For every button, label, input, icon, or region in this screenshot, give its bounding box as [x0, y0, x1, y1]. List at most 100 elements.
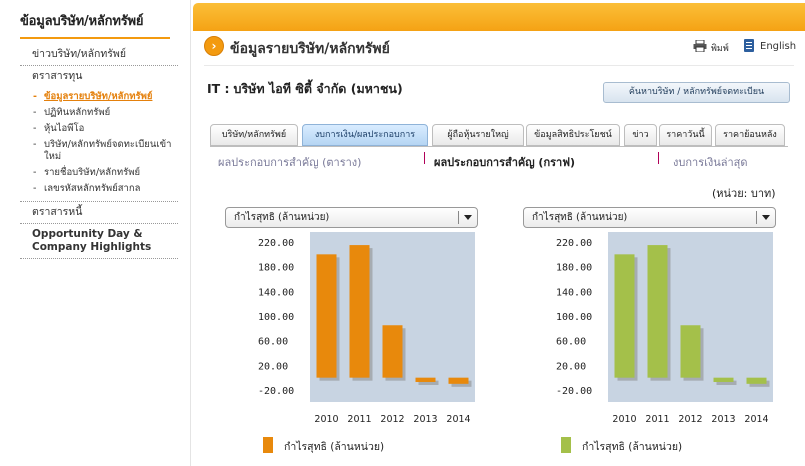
sidebar-item-opportunity-day[interactable]: Opportunity Day & Company Highlights: [20, 224, 178, 259]
company-symbol: IT :: [207, 81, 230, 96]
sidebar-subgroup-equity: - ข้อมูลรายบริษัท/หลักทรัพย์ - ปฏิทินหลักท…: [20, 87, 178, 202]
chart-1-select-value: กำไรสุทธิ (ล้านหน่วย): [234, 212, 330, 223]
x-tick-label: 2010: [314, 414, 338, 425]
sidebar-subitem-label: รายชื่อบริษัท/หลักทรัพย์: [44, 167, 141, 178]
y-tick-label: 20.00: [556, 361, 586, 372]
x-tick-label: 2010: [612, 414, 636, 425]
printer-icon[interactable]: [693, 40, 707, 52]
unit-label: (หน่วย: บาท): [712, 187, 776, 200]
sidebar-subitem-label: หุ้นไอพีโอ: [44, 123, 85, 134]
sidebar-subitem-label: ข้อมูลรายบริษัท/หลักทรัพย์: [44, 91, 153, 102]
chevron-down-icon: [464, 215, 472, 220]
subnav-separator: [424, 152, 425, 164]
sidebar-subitem-ipo[interactable]: - หุ้นไอพีโอ: [20, 121, 178, 137]
bar-2013: [713, 377, 734, 382]
bar-2014: [448, 377, 469, 384]
y-tick-label: 140.00: [556, 287, 592, 298]
english-link[interactable]: English: [760, 41, 796, 52]
sidebar-subitem-label: เลขรหัสหลักทรัพย์สากล: [44, 183, 141, 194]
subnav-graph-link[interactable]: ผลประกอบการสำคัญ (กราฟ): [434, 153, 575, 171]
tab-baseline: [210, 146, 788, 147]
y-tick-label: 220.00: [258, 238, 294, 249]
y-tick-label: 100.00: [258, 312, 294, 323]
sidebar-subitem-label: บริษัท/หลักทรัพย์จดทะเบียนเข้าใหม่: [44, 139, 172, 162]
sidebar-title: ข้อมูลบริษัท/หลักทรัพย์: [20, 14, 144, 29]
tab-company[interactable]: บริษัท/หลักทรัพย์: [210, 124, 298, 146]
chart-2-select-value: กำไรสุทธิ (ล้านหน่วย): [532, 212, 628, 223]
bullet-dash: -: [33, 139, 37, 150]
tab-news[interactable]: ข่าว: [624, 124, 657, 146]
chart-1-bar-chart: 220.00 180.00 140.00 100.00 60.00 20.00 -20.00…: [258, 232, 475, 425]
company-heading: IT : บริษัท ไอที ซิตี้ จำกัด (มหาชน): [207, 79, 403, 99]
x-tick-label: 2012: [678, 414, 702, 425]
sidebar-subitem-company-info[interactable]: - ข้อมูลรายบริษัท/หลักทรัพย์: [20, 89, 178, 105]
print-link[interactable]: พิมพ์: [711, 41, 729, 55]
search-company-button[interactable]: ค้นหาบริษัท / หลักทรัพย์จดทะเบียน: [603, 82, 790, 103]
select-divider: [756, 211, 757, 224]
page-root: ข้อมูลบริษัท/หลักทรัพย์ ข่าวบริษัท/หลักท…: [0, 0, 805, 466]
tab-price-today[interactable]: ราคาวันนี้: [659, 124, 712, 146]
sidebar-subitem-new-listing[interactable]: - บริษัท/หลักทรัพย์จดทะเบียนเข้าใหม่: [20, 137, 178, 165]
chart-1-legend-label: กำไรสุทธิ (ล้านหน่วย): [284, 441, 385, 453]
select-divider: [458, 211, 459, 224]
y-tick-label: -20.00: [556, 386, 592, 397]
y-tick-label: -20.00: [258, 386, 294, 397]
header-divider: [204, 65, 794, 66]
tab-major-shareholders[interactable]: ผู้ถือหุ้นรายใหญ่: [432, 124, 524, 146]
tab-rights-benefits[interactable]: ข้อมูลสิทธิประโยชน์: [526, 124, 620, 146]
chart-1-metric-select[interactable]: กำไรสุทธิ (ล้านหน่วย): [225, 207, 478, 228]
sidebar-item-news[interactable]: ข่าวบริษัท/หลักทรัพย์: [20, 44, 178, 66]
sidebar-subitem-company-list[interactable]: - รายชื่อบริษัท/หลักทรัพย์: [20, 165, 178, 181]
document-icon[interactable]: [744, 39, 754, 52]
x-tick-label: 2011: [645, 414, 669, 425]
company-name: บริษัท ไอที ซิตี้ จำกัด (มหาชน): [233, 81, 403, 96]
bar-2010: [614, 254, 635, 378]
y-tick-label: 220.00: [556, 238, 592, 249]
bullet-dash: -: [33, 183, 37, 194]
subnav-latest-statement-link[interactable]: งบการเงินล่าสุด: [673, 153, 748, 171]
subnav-separator: [658, 152, 659, 164]
tab-financials[interactable]: งบการเงิน/ผลประกอบการ: [302, 124, 428, 146]
chart-2-legend-swatch: [561, 437, 571, 453]
sidebar-subitem-calendar[interactable]: - ปฏิทินหลักทรัพย์: [20, 105, 178, 121]
sidebar-list: ข่าวบริษัท/หลักทรัพย์ ตราสารทุน - ข้อมูลร…: [20, 44, 178, 259]
tab-historical-price[interactable]: ราคาย้อนหลัง: [715, 124, 785, 146]
bar-2010: [316, 254, 337, 378]
sidebar-subitem-label: ปฏิทินหลักทรัพย์: [44, 107, 111, 118]
chart-2-metric-select[interactable]: กำไรสุทธิ (ล้านหน่วย): [523, 207, 776, 228]
bar-2011: [349, 245, 370, 378]
bullet-dash: -: [33, 167, 37, 178]
sidebar-subitem-isin[interactable]: - เลขรหัสหลักทรัพย์สากล: [20, 181, 178, 197]
page-title: ข้อมูลรายบริษัท/หลักทรัพย์: [230, 41, 390, 57]
bar-2011: [647, 245, 668, 378]
y-tick-label: 20.00: [258, 361, 288, 372]
x-tick-label: 2013: [413, 414, 437, 425]
bar-2014: [746, 377, 767, 384]
bar-2012: [680, 325, 701, 378]
y-tick-label: 180.00: [258, 263, 294, 274]
chevron-right-icon: ›: [204, 36, 224, 56]
chart-1-legend-swatch: [263, 437, 273, 453]
sidebar-item-equity[interactable]: ตราสารทุน: [20, 66, 178, 87]
sidebar-title-rule: [20, 37, 170, 39]
x-tick-label: 2011: [347, 414, 371, 425]
y-tick-label: 140.00: [258, 287, 294, 298]
sidebar-item-bond[interactable]: ตราสารหนี้: [20, 202, 178, 224]
chart-2-bar-chart: 220.00 180.00 140.00 100.00 60.00 20.00 -20.00…: [556, 232, 773, 425]
sidebar: ข้อมูลบริษัท/หลักทรัพย์ ข่าวบริษัท/หลักท…: [0, 0, 191, 466]
y-tick-label: 180.00: [556, 263, 592, 274]
x-tick-label: 2014: [744, 414, 768, 425]
y-tick-label: 100.00: [556, 312, 592, 323]
bar-2012: [382, 325, 403, 378]
x-tick-label: 2013: [711, 414, 735, 425]
x-tick-label: 2014: [446, 414, 470, 425]
subnav-table-link[interactable]: ผลประกอบการสำคัญ (ตาราง): [218, 153, 361, 171]
bar-2013: [415, 377, 436, 382]
top-banner-bar: [193, 3, 805, 31]
x-tick-label: 2012: [380, 414, 404, 425]
y-tick-label: 60.00: [258, 337, 288, 348]
chevron-down-icon: [762, 215, 770, 220]
bullet-dash: -: [33, 107, 37, 118]
chart-2-legend-label: กำไรสุทธิ (ล้านหน่วย): [582, 441, 683, 453]
bullet-dash: -: [33, 123, 37, 134]
